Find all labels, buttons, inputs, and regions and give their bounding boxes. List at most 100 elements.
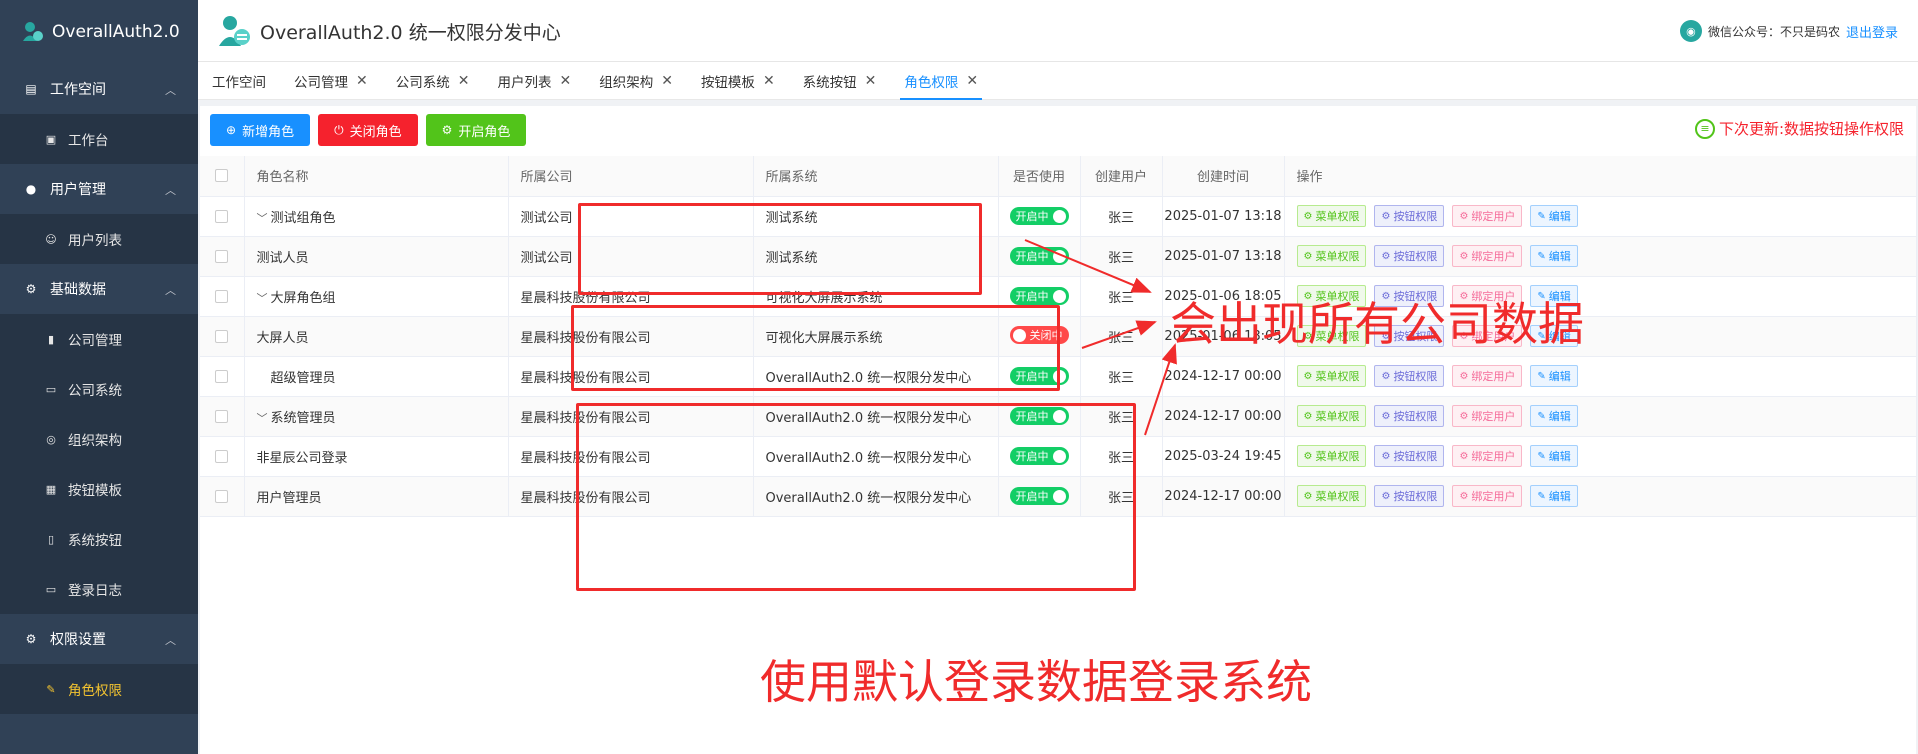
chevron-down-icon[interactable]: ﹀ — [257, 210, 271, 226]
tab-6[interactable]: 系统按钮 ✕ — [789, 62, 891, 100]
tab-2[interactable]: 公司系统 ✕ — [382, 62, 484, 100]
creator-cell: 张三 — [1080, 196, 1163, 237]
sidebar-group-label: 权限设置 — [50, 632, 106, 648]
close-icon[interactable]: ✕ — [356, 73, 368, 89]
close-icon[interactable]: ✕ — [763, 73, 775, 89]
sidebar-group-1[interactable]: ● 用户管理 ︿ — [0, 164, 198, 214]
row-checkbox[interactable] — [215, 369, 229, 383]
sidebar-item-0-0[interactable]: ▣ 工作台 — [0, 114, 198, 164]
button-permission-button[interactable]: ⚙ 按钮权限 — [1374, 245, 1445, 267]
gear-icon: ⚙ — [1303, 410, 1313, 422]
sidebar-item-2-2[interactable]: ◎ 组织架构 — [0, 414, 198, 464]
actions-cell: ⚙ 菜单权限 ⚙ 按钮权限 ⚙ 绑定用户 ✎ 编辑 — [1284, 396, 1917, 437]
row-checkbox[interactable] — [215, 249, 229, 263]
bind-user-button[interactable]: ⚙ 绑定用户 — [1452, 405, 1523, 427]
sidebar-item-label: 按钮模板 — [68, 483, 122, 499]
close-icon[interactable]: ✕ — [661, 73, 673, 89]
sidebar-item-2-3[interactable]: ▦ 按钮模板 — [0, 464, 198, 514]
add-role-button[interactable]: ⊕ 新增角色 — [210, 114, 311, 146]
sidebar-item-1-0[interactable]: ☺ 用户列表 — [0, 214, 198, 264]
header-logo-icon — [218, 14, 252, 48]
wechat-label: 微信公众号：不只是码农 — [1707, 24, 1840, 39]
status-toggle[interactable]: 开启中 — [1009, 287, 1069, 305]
row-checkbox[interactable] — [215, 209, 229, 223]
edit-button[interactable]: ✎ 编辑 — [1530, 485, 1578, 507]
sidebar-group-0[interactable]: ▤ 工作空间 ︿ — [0, 64, 198, 114]
annotation-box-test — [578, 203, 982, 295]
sidebar-group-2[interactable]: ⚙ 基础数据 ︿ — [0, 264, 198, 314]
close-icon[interactable]: ✕ — [559, 73, 571, 89]
button-permission-button[interactable]: ⚙ 按钮权限 — [1374, 445, 1445, 467]
row-select-cell — [200, 316, 245, 357]
plus-circle-icon: ⊕ — [226, 123, 237, 137]
edit-icon: ✎ — [1537, 490, 1546, 502]
annotation-box-screen — [571, 305, 1060, 391]
bind-user-button[interactable]: ⚙ 绑定用户 — [1452, 245, 1523, 267]
mouse-icon: ▯ — [47, 532, 55, 546]
tab-4[interactable]: 组织架构 ✕ — [585, 62, 687, 100]
edit-icon: ✎ — [1537, 210, 1546, 222]
status-toggle[interactable]: 开启中 — [1009, 247, 1069, 265]
chevron-down-icon[interactable]: ﹀ — [257, 290, 271, 306]
tab-7[interactable]: 角色权限 ✕ — [890, 62, 992, 100]
menu-permission-button[interactable]: ⚙ 菜单权限 — [1296, 365, 1367, 387]
table-row[interactable]: ﹀ 测试组角色 测试公司 测试系统 开启中 张三 2025-01-07 13:18 ⚙ 菜单权限… — [200, 196, 1917, 237]
bind-user-button[interactable]: ⚙ 绑定用户 — [1452, 365, 1523, 387]
bind-user-button[interactable]: ⚙ 绑定用户 — [1452, 485, 1523, 507]
menu-permission-button[interactable]: ⚙ 菜单权限 — [1296, 445, 1367, 467]
sidebar-item-3-0[interactable]: ✎ 角色权限 — [0, 664, 198, 714]
button-permission-button[interactable]: ⚙ 按钮权限 — [1374, 485, 1445, 507]
edit-button[interactable]: ✎ 编辑 — [1530, 405, 1578, 427]
logout-link[interactable]: 退出登录 — [1846, 22, 1898, 41]
row-checkbox[interactable] — [215, 329, 229, 343]
tab-label: 工作空间 — [212, 75, 266, 91]
open-role-button[interactable]: ⚙ 开启角色 — [425, 114, 527, 146]
sidebar-item-2-1[interactable]: ▭ 公司系统 — [0, 364, 198, 414]
tab-0[interactable]: 工作空间 — [198, 62, 280, 100]
status-toggle[interactable]: 开启中 — [1009, 207, 1069, 225]
sidebar-item-2-5[interactable]: ▭ 登录日志 — [0, 564, 198, 614]
edit-button[interactable]: ✎ 编辑 — [1530, 365, 1578, 387]
row-checkbox[interactable] — [215, 409, 229, 423]
tab-label: 公司管理 — [294, 75, 348, 91]
creator-cell: 张三 — [1080, 356, 1163, 397]
menu-permission-button[interactable]: ⚙ 菜单权限 — [1296, 205, 1367, 227]
select-all-checkbox[interactable] — [215, 169, 229, 183]
row-checkbox[interactable] — [215, 449, 229, 463]
chevron-down-icon[interactable]: ﹀ — [257, 410, 271, 426]
edit-icon: ✎ — [1537, 370, 1546, 382]
bind-user-button[interactable]: ⚙ 绑定用户 — [1452, 445, 1523, 467]
gear-icon: ⚙ — [1303, 450, 1313, 462]
tab-label: 组织架构 — [599, 75, 654, 91]
close-icon[interactable]: ✕ — [865, 73, 877, 89]
tab-5[interactable]: 按钮模板 ✕ — [687, 62, 789, 100]
close-role-button[interactable]: ⏻ 关闭角色 — [318, 114, 418, 146]
edit-button[interactable]: ✎ 编辑 — [1530, 245, 1578, 267]
role-name-cell: ﹀ 大屏角色组 — [244, 276, 509, 317]
close-icon[interactable]: ✕ — [458, 73, 470, 89]
annotation-text-all-companies: 会出现所有公司数据 — [1170, 297, 1584, 351]
edit-button[interactable]: ✎ 编辑 — [1530, 445, 1578, 467]
table-row[interactable]: 测试人员 测试公司 测试系统 开启中 张三 2025-01-07 13:18 ⚙ 菜单权限 ⚙ 按… — [200, 236, 1917, 277]
sidebar-group-3[interactable]: ⚙ 权限设置 ︿ — [0, 614, 198, 664]
button-permission-button[interactable]: ⚙ 按钮权限 — [1374, 405, 1445, 427]
menu-permission-button[interactable]: ⚙ 菜单权限 — [1296, 245, 1367, 267]
row-select-cell — [200, 436, 245, 477]
gear-icon: ⚙ — [1381, 450, 1391, 462]
app-logo[interactable]: OverallAuth2.0 — [0, 0, 198, 64]
sidebar-item-2-4[interactable]: ▯ 系统按钮 — [0, 514, 198, 564]
bind-user-button[interactable]: ⚙ 绑定用户 — [1452, 205, 1523, 227]
sidebar-item-2-0[interactable]: ▮ 公司管理 — [0, 314, 198, 364]
row-checkbox[interactable] — [215, 489, 229, 503]
button-permission-button[interactable]: ⚙ 按钮权限 — [1374, 205, 1445, 227]
menu-permission-button[interactable]: ⚙ 菜单权限 — [1296, 405, 1367, 427]
tab-1[interactable]: 公司管理 ✕ — [280, 62, 382, 100]
sidebar-item-label: 系统按钮 — [68, 533, 122, 549]
row-checkbox[interactable] — [215, 289, 229, 303]
tab-3[interactable]: 用户列表 ✕ — [483, 62, 585, 100]
col-role-name: 角色名称 — [244, 156, 509, 197]
edit-button[interactable]: ✎ 编辑 — [1530, 205, 1578, 227]
menu-permission-button[interactable]: ⚙ 菜单权限 — [1296, 485, 1367, 507]
close-icon[interactable]: ✕ — [966, 73, 978, 89]
button-permission-button[interactable]: ⚙ 按钮权限 — [1374, 365, 1445, 387]
